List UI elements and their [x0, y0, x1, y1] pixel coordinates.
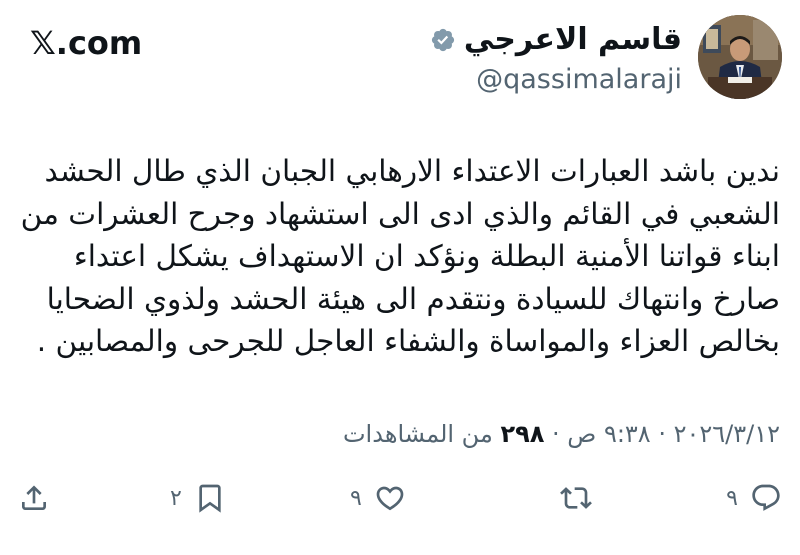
reply-button[interactable]: ٩	[726, 478, 782, 518]
meta-separator: ·	[544, 420, 568, 448]
tweet-metadata: ٢٠٢٦/٣/١٢ · ٩:٣٨ ص · ٢٩٨ من المشاهدات	[343, 420, 780, 448]
author-avatar[interactable]	[698, 15, 782, 99]
author-handle[interactable]: @qassimalaraji	[476, 64, 682, 95]
repost-button[interactable]	[560, 478, 604, 518]
reply-icon	[752, 484, 780, 511]
share-icon	[22, 485, 46, 510]
bookmark-count: ٢	[170, 485, 182, 511]
tweet-text-line: ابناء قواتنا الأمنية البطلة ونؤكد ان الا…	[73, 239, 780, 273]
tweet-date[interactable]: ٢٠٢٦/٣/١٢	[674, 420, 780, 448]
share-button[interactable]	[18, 478, 50, 518]
repost-icon	[560, 487, 592, 509]
views-count: ٢٩٨	[500, 420, 545, 448]
reply-count: ٩	[726, 485, 738, 511]
like-button[interactable]: ٩	[350, 478, 406, 518]
verified-badge-icon	[431, 28, 454, 51]
meta-separator: ·	[650, 420, 674, 448]
tweet-text-line: بخالص العزاء والمواساة والشفاء العاجل لل…	[36, 324, 780, 358]
tweet-text: ندين باشد العبارات الاعتداء الارهابي الج…	[20, 150, 780, 363]
heart-icon	[376, 486, 404, 511]
tweet-time[interactable]: ٩:٣٨ ص	[567, 420, 650, 448]
author-display-name[interactable]: قاسم الاعرجي	[464, 22, 682, 57]
x-brand-logo[interactable]: 𝕏.com	[30, 24, 142, 62]
views-label: من المشاهدات	[342, 420, 501, 448]
tweet-header: 𝕏.com قاسم الاعرجي @qassimalaraji	[0, 0, 800, 110]
tweet-actions-bar: ٩ ٩ ٢	[0, 478, 800, 518]
author-name-row[interactable]: قاسم الاعرجي	[430, 22, 682, 57]
tweet-text-line: ندين باشد العبارات الاعتداء الارهابي الج…	[44, 154, 780, 188]
tweet-text-line: صارخ وانتهاك للسيادة ونتقدم الى هيئة الح…	[46, 281, 780, 316]
bookmark-button[interactable]: ٢	[170, 478, 226, 518]
like-count: ٩	[350, 485, 362, 511]
bookmark-icon	[199, 484, 221, 513]
tweet-text-line: الشعبي في القائم والذي ادى الى استشهاد و…	[20, 196, 780, 231]
